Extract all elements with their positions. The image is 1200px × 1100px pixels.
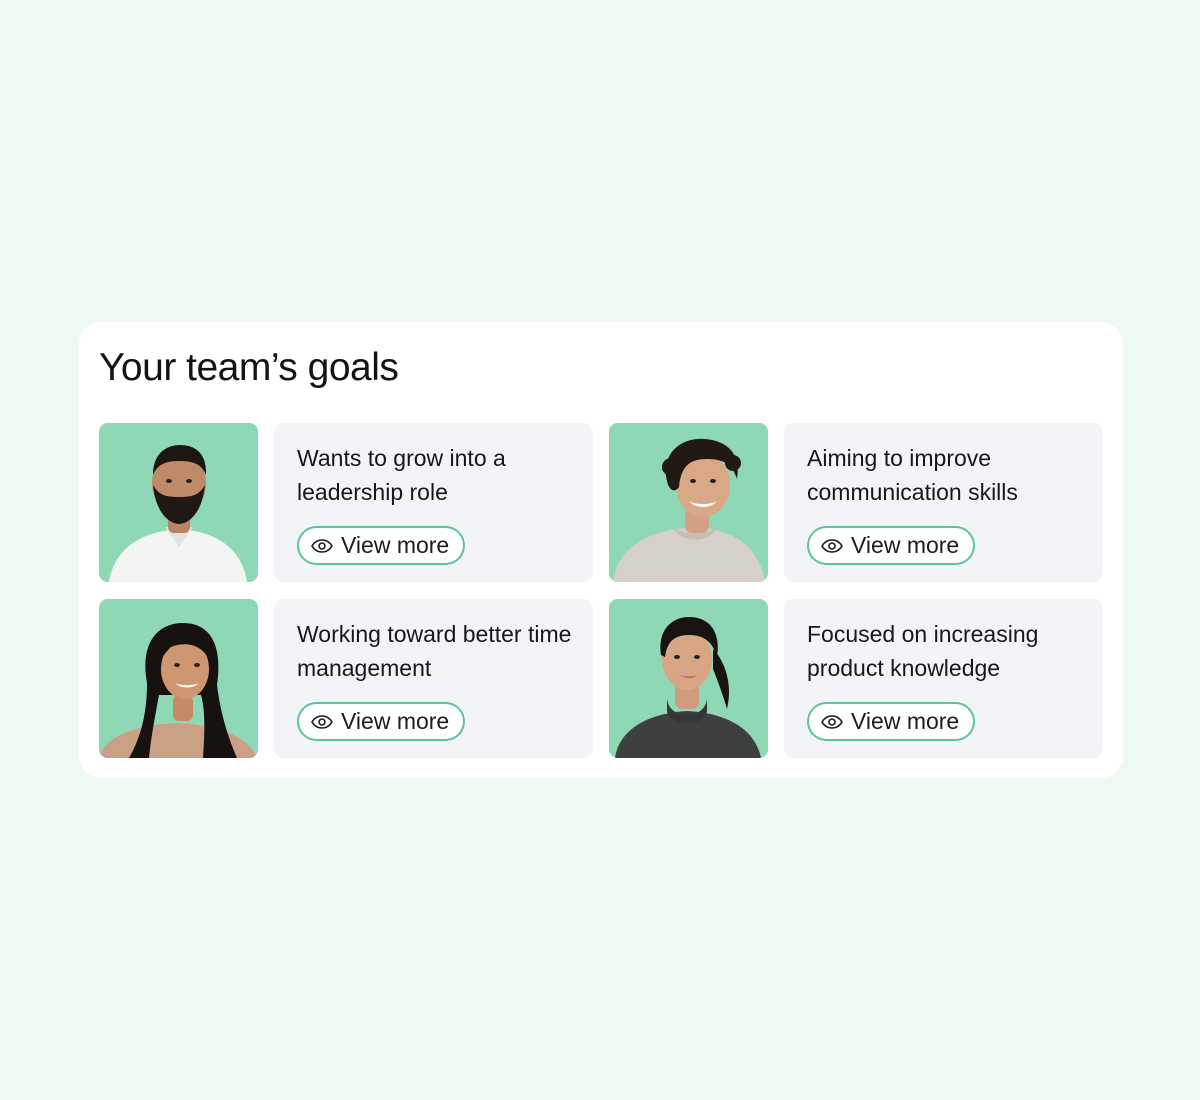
goal-panel: Wants to grow into a leadership role Vie… [274,423,593,582]
view-more-label: View more [341,532,450,558]
view-more-button[interactable]: View more [807,702,976,741]
avatar-photo-man-curly-hair [609,423,768,582]
view-more-label: View more [341,708,450,734]
goal-text: Wants to grow into a leadership role [297,445,506,505]
avatar-photo-man-beard [99,423,258,582]
eye-icon [311,714,333,729]
avatar [99,423,258,582]
view-more-button[interactable]: View more [807,526,976,565]
avatar [609,423,768,582]
goal-item: Focused on increasing product knowledge … [609,599,1103,758]
avatar [609,599,768,758]
view-more-label: View more [851,708,960,734]
avatar-photo-woman-turtleneck [609,599,768,758]
goal-panel: Focused on increasing product knowledge … [784,599,1103,758]
goal-panel: Aiming to improve communication skills V… [784,423,1103,582]
avatar-photo-woman-long-hair [99,599,258,758]
eye-icon [821,538,843,553]
team-goals-card: Your team’s goals Wants to grow into a l… [79,322,1123,778]
goal-item: Wants to grow into a leadership role Vie… [99,423,593,582]
goal-text: Working toward better time management [297,621,572,681]
avatar [99,599,258,758]
view-more-label: View more [851,532,960,558]
goal-item: Aiming to improve communication skills V… [609,423,1103,582]
goal-text: Aiming to improve communication skills [807,445,1018,505]
eye-icon [311,538,333,553]
goal-panel: Working toward better time management Vi… [274,599,593,758]
view-more-button[interactable]: View more [297,702,466,741]
eye-icon [821,714,843,729]
card-title: Your team’s goals [99,346,399,389]
view-more-button[interactable]: View more [297,526,466,565]
goal-item: Working toward better time management Vi… [99,599,593,758]
goal-text: Focused on increasing product knowledge [807,621,1039,681]
